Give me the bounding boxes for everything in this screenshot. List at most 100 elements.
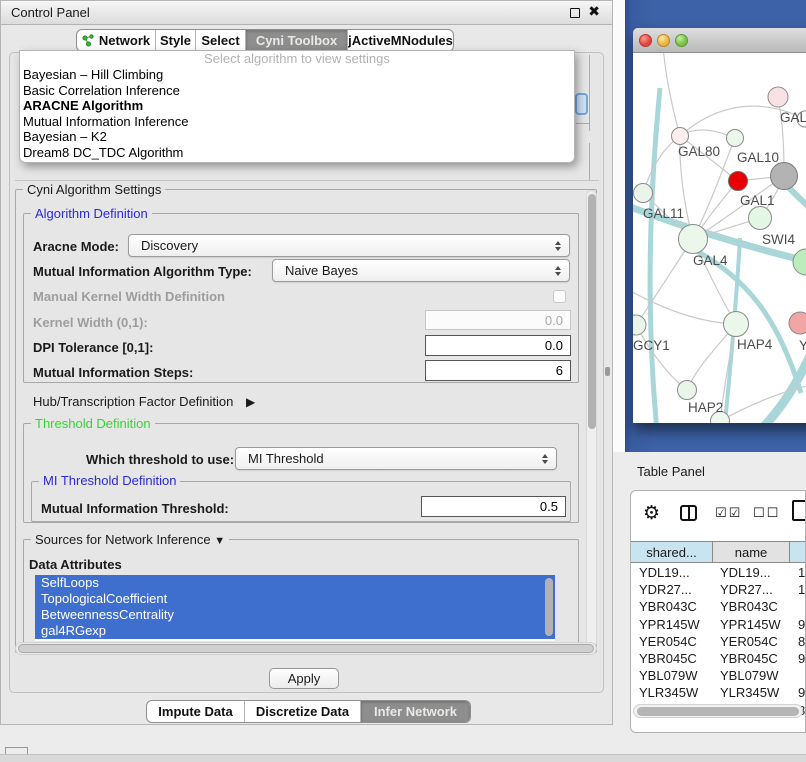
list-item[interactable]: BetweennessCentrality	[35, 607, 555, 623]
float-window-icon[interactable]	[570, 8, 580, 18]
network-node[interactable]	[749, 207, 772, 230]
algorithm-dropdown-list: Select algorithm to view settings Bayesi…	[19, 50, 575, 163]
network-node[interactable]	[678, 381, 697, 400]
columns-icon[interactable]	[680, 505, 697, 521]
list-item[interactable]: gal4RGexp	[35, 623, 555, 639]
node-label: GAL11	[643, 206, 684, 221]
bottom-tabbar: Impute Data Discretize Data Infer Networ…	[146, 700, 471, 723]
settings-hscrollbar[interactable]	[15, 642, 597, 655]
dropdown-item[interactable]: Dream8 DC_TDC Algorithm	[20, 145, 574, 161]
tab-select[interactable]: Select	[195, 30, 245, 51]
dpi-tolerance-field[interactable]: 0.0	[425, 335, 571, 356]
expand-right-icon: ▶	[246, 395, 255, 409]
tab-label: Cyni Toolbox	[256, 33, 337, 48]
hidden-group-border	[589, 143, 590, 181]
network-node-gray[interactable]	[771, 163, 798, 190]
network-node[interactable]	[789, 312, 806, 334]
column-header-shared-name[interactable]: shared...	[630, 541, 713, 563]
expand-down-icon: ▼	[214, 535, 225, 547]
focused-stepper-fragment[interactable]	[575, 93, 588, 115]
apply-button[interactable]: Apply	[269, 668, 339, 689]
list-item[interactable]: SelfLoops	[35, 575, 555, 591]
zoom-traffic-light-icon[interactable]	[675, 34, 688, 47]
tab-style[interactable]: Style	[155, 30, 195, 51]
column-header-clipped[interactable]	[789, 541, 806, 563]
panel-gap	[613, 0, 625, 452]
tab-impute-data[interactable]: Impute Data	[147, 701, 244, 722]
network-node[interactable]	[727, 130, 744, 147]
node-label: HAP2	[688, 400, 723, 415]
node-label: Y	[799, 338, 806, 353]
sources-title: Sources for Network Inference	[35, 532, 211, 547]
table-cell: YBL079W	[631, 667, 714, 684]
table-cell: YBR043C	[631, 598, 714, 615]
manual-kernel-label: Manual Kernel Width Definition	[33, 289, 225, 304]
minimize-traffic-light-icon[interactable]	[657, 34, 670, 47]
close-traffic-light-icon[interactable]	[639, 34, 652, 47]
settings-hscrollbar-thumb[interactable]	[18, 644, 594, 653]
table-row[interactable]: YBL079W YBL079W	[631, 667, 806, 684]
table-row[interactable]: YDL19... YDL19... 13	[631, 564, 806, 581]
network-node[interactable]	[768, 87, 788, 107]
kernel-width-field: 0.0	[425, 310, 571, 330]
tab-network[interactable]: Network	[77, 30, 155, 51]
list-item[interactable]: TopologicalCoefficient	[35, 591, 555, 607]
manual-kernel-checkbox[interactable]	[553, 290, 566, 303]
dropdown-item[interactable]: Bayesian – Hill Climbing	[20, 67, 574, 83]
table-row[interactable]: YBR043C YBR043C	[631, 598, 806, 615]
mi-type-select[interactable]: Naive Bayes	[272, 259, 570, 282]
network-canvas[interactable]: GAL80 GAL10 GAL1 GAL11 SWI4 GAL4 GCY1 HA…	[633, 53, 806, 423]
new-table-icon[interactable]	[792, 500, 806, 521]
dropdown-item-selected[interactable]: ARACNE Algorithm	[20, 98, 574, 114]
network-node[interactable]	[672, 128, 689, 145]
dropdown-item[interactable]: Bayesian – K2	[20, 129, 574, 145]
data-attributes-list[interactable]: SelfLoops TopologicalCoefficient Between…	[35, 575, 555, 641]
table-hscrollbar-thumb[interactable]	[637, 707, 799, 716]
settings-scrollbar[interactable]	[586, 190, 597, 648]
table-row[interactable]: YPR145W YPR145W 9.	[631, 616, 806, 633]
tab-discretize-data[interactable]: Discretize Data	[244, 701, 360, 722]
mi-threshold-field[interactable]: 0.5	[421, 496, 566, 517]
checked-boxes-icon[interactable]: ☑☑	[715, 505, 742, 521]
network-node[interactable]	[793, 249, 806, 275]
gear-icon[interactable]: ⚙	[643, 502, 660, 525]
mi-steps-field[interactable]: 6	[425, 360, 571, 381]
network-node[interactable]	[634, 184, 653, 203]
mi-threshold-value: 0.5	[540, 499, 558, 514]
panel-splitter-handle[interactable]	[605, 367, 610, 376]
tab-jactivemnodules[interactable]: jActiveMNodules	[347, 30, 453, 51]
network-node[interactable]	[724, 312, 749, 337]
dropdown-item[interactable]: Basic Correlation Inference	[20, 83, 574, 99]
table-hscrollbar[interactable]	[633, 704, 803, 718]
tab-label: Select	[201, 33, 239, 48]
table-row[interactable]: YER054C YER054C 8.	[631, 633, 806, 650]
network-node-red[interactable]	[729, 172, 748, 191]
node-label: SWI4	[762, 232, 795, 247]
settings-scrollbar-thumb[interactable]	[588, 194, 596, 429]
tab-label: Network	[99, 33, 150, 48]
aracne-mode-select[interactable]: Discovery	[128, 234, 570, 257]
dpi-tolerance-label: DPI Tolerance [0,1]:	[33, 340, 153, 355]
table-cell: 9.	[792, 684, 806, 701]
table-row[interactable]: YBR045C YBR045C 9.	[631, 650, 806, 667]
table-cell: 9.	[792, 650, 806, 667]
network-node[interactable]	[633, 315, 646, 335]
list-scrollbar-thumb[interactable]	[545, 578, 553, 636]
tab-cyni-toolbox[interactable]: Cyni Toolbox	[245, 30, 347, 51]
network-node[interactable]	[679, 225, 708, 254]
unchecked-boxes-icon[interactable]: ☐☐	[753, 505, 780, 521]
sources-expander[interactable]: Sources for Network Inference ▼	[31, 533, 229, 548]
dropdown-item[interactable]: Mutual Information Inference	[20, 114, 574, 130]
table-row[interactable]: YDR27... YDR27... 12	[631, 581, 806, 598]
column-header-name[interactable]: name	[712, 541, 790, 563]
tab-infer-network[interactable]: Infer Network	[360, 701, 470, 722]
table-cell: YER054C	[714, 633, 792, 650]
hub-definition-expander[interactable]: Hub/Transcription Factor Definition ▶	[33, 394, 255, 409]
which-threshold-select[interactable]: MI Threshold	[235, 447, 557, 470]
control-panel-titlebar[interactable]: Control Panel ✖	[1, 1, 612, 25]
table-cell: 8.	[792, 633, 806, 650]
network-view-window[interactable]: GAL80 GAL10 GAL1 GAL11 SWI4 GAL4 GCY1 HA…	[633, 28, 806, 423]
network-window-titlebar[interactable]	[633, 28, 806, 53]
close-icon[interactable]: ✖	[588, 3, 600, 20]
table-row[interactable]: YLR345W YLR345W 9.	[631, 684, 806, 701]
